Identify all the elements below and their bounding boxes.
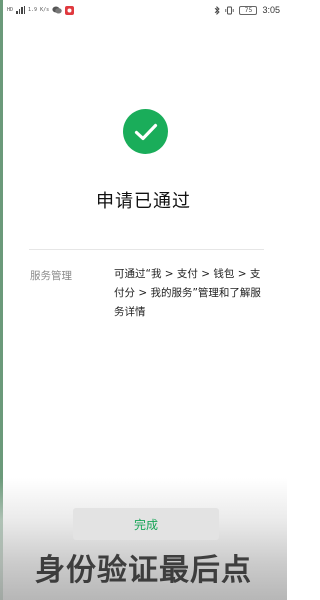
- video-caption: 身份验证最后点: [35, 553, 252, 588]
- battery-indicator: 75: [239, 5, 258, 15]
- network-speed: 1.9 K/s: [28, 6, 50, 13]
- vibrate-icon: [225, 6, 235, 14]
- status-bar: HD 1.9 K/s 75 3:05: [0, 0, 287, 20]
- status-right: 75 3:05: [214, 4, 280, 16]
- done-button[interactable]: 完成: [73, 508, 219, 540]
- signal-type-label: HD: [7, 6, 14, 13]
- app-notification-icon: [65, 5, 75, 15]
- success-check-icon: [123, 109, 168, 154]
- divider: [29, 249, 264, 250]
- result-title: 申请已通过: [96, 191, 191, 212]
- service-management-label: 服务管理: [30, 270, 72, 282]
- bluetooth-icon: [215, 5, 221, 15]
- service-management-description: 可通过“我 > 支付 > 钱包 > 支付分 > 我的服务”管理和了解服务详情: [114, 268, 261, 318]
- wechat-notification-icon: [52, 6, 62, 14]
- screen: HD 1.9 K/s 75 3:05 申请已通过 服务管理 可通过“我 > 支付…: [0, 0, 287, 600]
- clock: 3:05: [262, 5, 280, 15]
- status-left: HD 1.9 K/s: [7, 4, 75, 16]
- signal-strength-icon: [16, 6, 26, 14]
